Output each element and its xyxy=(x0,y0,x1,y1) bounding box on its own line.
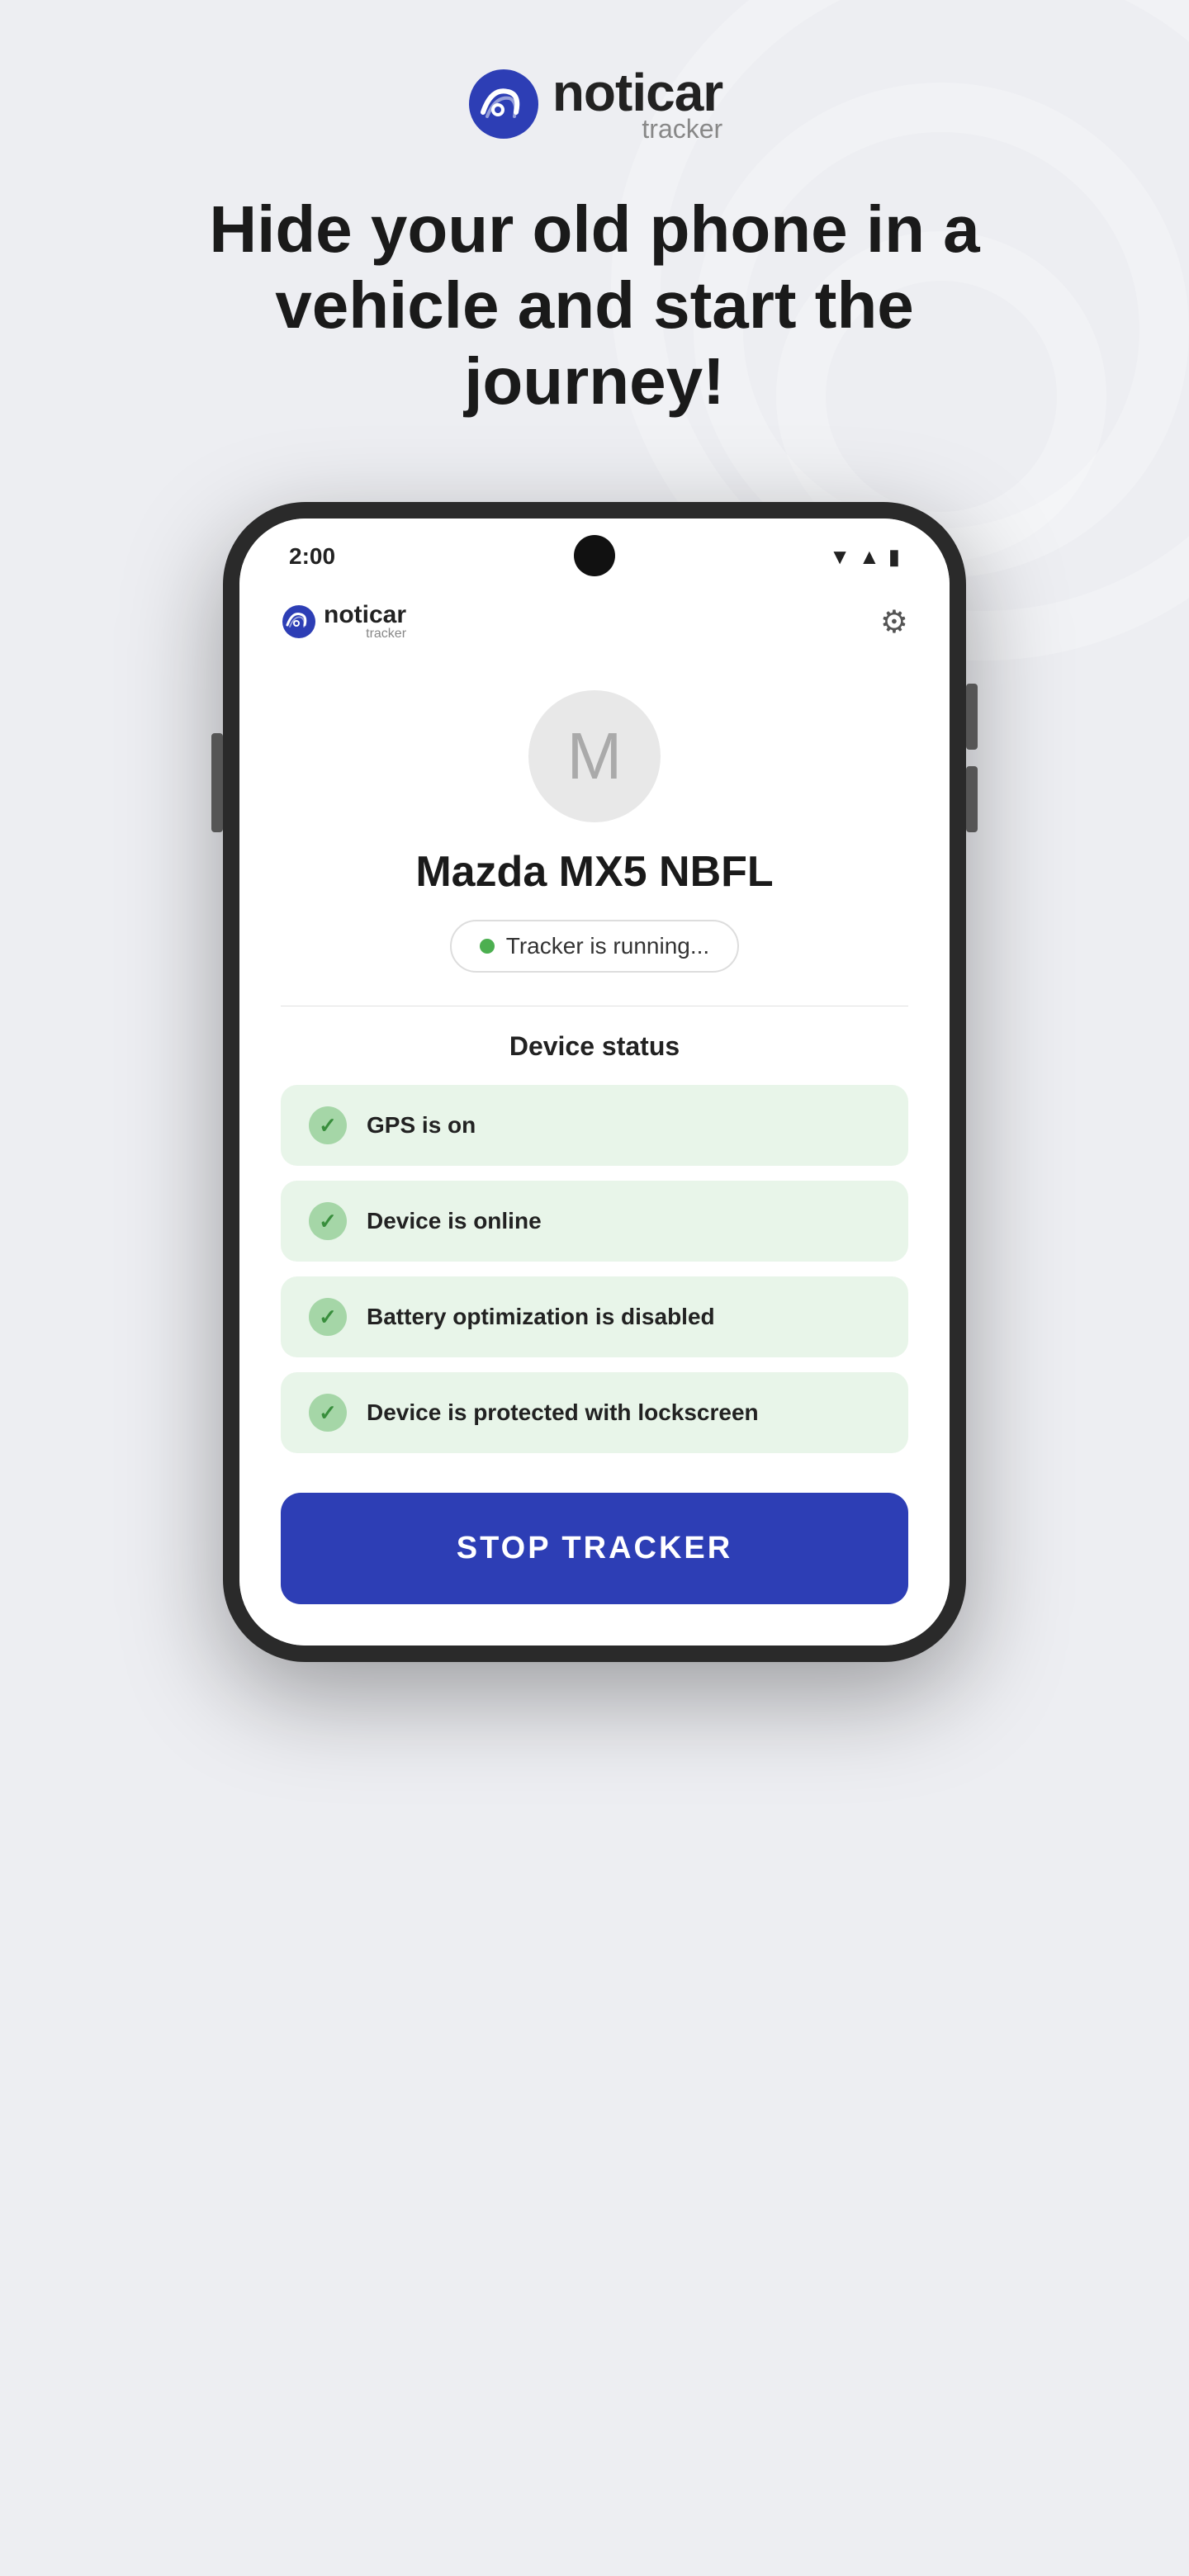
battery-icon: ▮ xyxy=(888,544,900,570)
tracker-status-dot xyxy=(480,939,495,954)
status-item-lockscreen: ✓ Device is protected with lockscreen xyxy=(281,1372,908,1453)
volume-up-button xyxy=(966,684,978,750)
logo-noticar: noticar xyxy=(552,66,722,119)
tracker-status-badge: Tracker is running... xyxy=(450,920,739,973)
phone-frame: 2:00 ▼ ▲ ▮ xyxy=(223,502,966,1662)
status-item-online: ✓ Device is online xyxy=(281,1181,908,1262)
app-logo: noticar tracker xyxy=(281,603,406,641)
top-logo: noticar tracker xyxy=(467,66,722,142)
logo-text: noticar tracker xyxy=(552,66,722,142)
check-icon-battery: ✓ xyxy=(319,1305,337,1330)
app-logo-icon xyxy=(281,604,317,640)
stop-tracker-button[interactable]: STOP TRACKER xyxy=(281,1493,908,1604)
app-main-content: M Mazda MX5 NBFL Tracker is running... D… xyxy=(239,657,950,1646)
check-circle-lockscreen: ✓ xyxy=(309,1394,347,1432)
vehicle-initial: M xyxy=(567,718,623,794)
app-noticar-label: noticar xyxy=(324,603,406,627)
battery-status-text: Battery optimization is disabled xyxy=(367,1304,715,1330)
check-circle-online: ✓ xyxy=(309,1202,347,1240)
volume-down-button xyxy=(966,766,978,832)
logo-icon xyxy=(467,67,541,141)
lockscreen-status-text: Device is protected with lockscreen xyxy=(367,1399,759,1426)
wifi-icon: ▼ xyxy=(829,544,850,570)
settings-icon[interactable]: ⚙ xyxy=(880,604,908,641)
vehicle-name: Mazda MX5 NBFL xyxy=(415,847,773,897)
tracker-status-text: Tracker is running... xyxy=(506,933,709,959)
status-item-gps: ✓ GPS is on xyxy=(281,1085,908,1166)
status-bar: 2:00 ▼ ▲ ▮ xyxy=(239,519,950,578)
app-logo-text: noticar tracker xyxy=(324,603,406,641)
power-button xyxy=(211,733,223,832)
check-icon-online: ✓ xyxy=(319,1209,337,1234)
page-headline: Hide your old phone in a vehicle and sta… xyxy=(99,192,1090,419)
check-icon-lockscreen: ✓ xyxy=(319,1400,337,1426)
camera-notch xyxy=(574,535,615,576)
app-header: noticar tracker ⚙ xyxy=(239,578,950,657)
vehicle-avatar: M xyxy=(528,690,661,822)
phone-mockup: 2:00 ▼ ▲ ▮ xyxy=(223,502,966,1662)
status-item-battery: ✓ Battery optimization is disabled xyxy=(281,1276,908,1357)
gps-status-text: GPS is on xyxy=(367,1112,476,1139)
app-tracker-label: tracker xyxy=(324,627,406,641)
check-icon-gps: ✓ xyxy=(319,1113,337,1139)
online-status-text: Device is online xyxy=(367,1208,542,1234)
check-circle-battery: ✓ xyxy=(309,1298,347,1336)
device-status-title: Device status xyxy=(509,1031,680,1062)
signal-icon: ▲ xyxy=(859,544,880,570)
status-time: 2:00 xyxy=(289,543,335,570)
logo-tracker-sub: tracker xyxy=(552,116,722,142)
phone-screen: 2:00 ▼ ▲ ▮ xyxy=(239,519,950,1646)
check-circle-gps: ✓ xyxy=(309,1106,347,1144)
status-icons: ▼ ▲ ▮ xyxy=(829,544,900,570)
